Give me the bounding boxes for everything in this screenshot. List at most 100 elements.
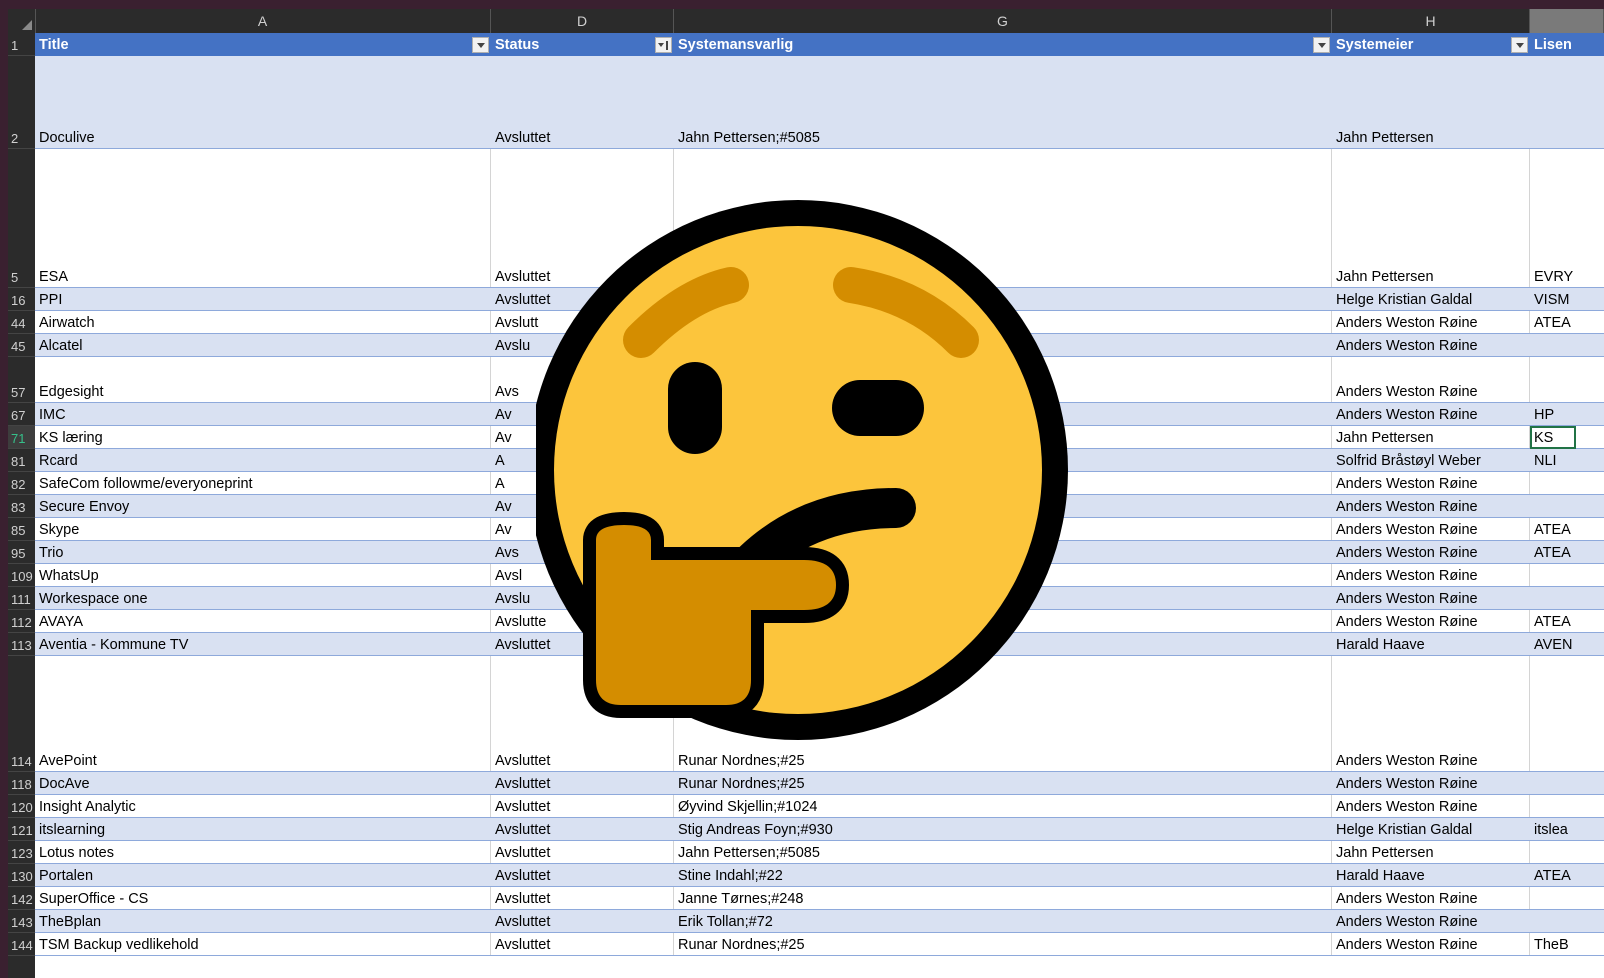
- cell-systemeier[interactable]: Jahn Pettersen: [1332, 426, 1530, 448]
- row-number[interactable]: 67: [8, 403, 35, 426]
- cell-systemeier[interactable]: Harald Haave: [1332, 633, 1530, 655]
- cell-systemeier[interactable]: Anders Weston Røine: [1332, 772, 1530, 794]
- cell-systemeier[interactable]: Anders Weston Røine: [1332, 357, 1530, 402]
- cell-lisens[interactable]: [1530, 472, 1604, 494]
- filter-dropdown-icon[interactable]: [1313, 37, 1330, 53]
- row-number[interactable]: 2: [8, 56, 35, 149]
- cell-systemansvarlig[interactable]: Erik Tollan;#72: [674, 910, 1332, 932]
- header-cell-title[interactable]: Title: [35, 33, 491, 56]
- cell-title[interactable]: KS læring: [35, 426, 491, 448]
- row-number[interactable]: 113: [8, 633, 35, 656]
- cell-status[interactable]: Avsluttet: [491, 56, 674, 148]
- filter-active-icon[interactable]: [655, 37, 672, 53]
- row-number[interactable]: 120: [8, 795, 35, 818]
- cell-status[interactable]: Avsluttet: [491, 887, 674, 909]
- row-number[interactable]: 71: [8, 426, 35, 449]
- row-number[interactable]: 130: [8, 864, 35, 887]
- cell-title[interactable]: WhatsUp: [35, 564, 491, 586]
- cell-title[interactable]: SafeCom followme/everyoneprint: [35, 472, 491, 494]
- cell-systemansvarlig[interactable]: Jahn Pettersen;#5085: [674, 841, 1332, 863]
- cell-lisens[interactable]: AVEN: [1530, 633, 1604, 655]
- cell-systemeier[interactable]: Anders Weston Røine: [1332, 610, 1530, 632]
- cell-title[interactable]: Rcard: [35, 449, 491, 471]
- cell-systemeier[interactable]: Anders Weston Røine: [1332, 564, 1530, 586]
- column-header-h[interactable]: H: [1332, 9, 1530, 33]
- cell-systemeier[interactable]: Anders Weston Røine: [1332, 518, 1530, 540]
- cell-systemeier[interactable]: Harald Haave: [1332, 864, 1530, 886]
- cell-lisens[interactable]: ATEA: [1530, 610, 1604, 632]
- cell-title[interactable]: Aventia - Kommune TV: [35, 633, 491, 655]
- cell-title[interactable]: SuperOffice - CS: [35, 887, 491, 909]
- cell-systemansvarlig[interactable]: Runar Nordnes;#25: [674, 772, 1332, 794]
- row-number[interactable]: 121: [8, 818, 35, 841]
- column-header-g[interactable]: G: [674, 9, 1332, 33]
- column-header-d[interactable]: D: [491, 9, 674, 33]
- cell-title[interactable]: Edgesight: [35, 357, 491, 402]
- cell-lisens[interactable]: [1530, 656, 1604, 771]
- cell-title[interactable]: Workespace one: [35, 587, 491, 609]
- cell-systemeier[interactable]: Anders Weston Røine: [1332, 587, 1530, 609]
- cell-status[interactable]: Avsluttet: [491, 795, 674, 817]
- cell-lisens[interactable]: [1530, 564, 1604, 586]
- row-number[interactable]: 118: [8, 772, 35, 795]
- filter-dropdown-icon[interactable]: [472, 37, 489, 53]
- cell-systemeier[interactable]: Solfrid Bråstøyl Weber: [1332, 449, 1530, 471]
- cell-systemeier[interactable]: Anders Weston Røine: [1332, 795, 1530, 817]
- cell-lisens[interactable]: [1530, 495, 1604, 517]
- cell-lisens[interactable]: KS: [1530, 426, 1604, 448]
- cell-title[interactable]: TSM Backup vedlikehold: [35, 933, 491, 955]
- row-number[interactable]: 144: [8, 933, 35, 956]
- cell-title[interactable]: ESA: [35, 149, 491, 287]
- row-number[interactable]: 143: [8, 910, 35, 933]
- cell-title[interactable]: AvePoint: [35, 656, 491, 771]
- header-cell-lisens[interactable]: Lisen: [1530, 33, 1604, 56]
- cell-title[interactable]: Airwatch: [35, 311, 491, 333]
- row-number[interactable]: 142: [8, 887, 35, 910]
- cell-title[interactable]: Lotus notes: [35, 841, 491, 863]
- cell-systemeier[interactable]: Anders Weston Røine: [1332, 334, 1530, 356]
- row-number[interactable]: 57: [8, 357, 35, 403]
- cell-systemansvarlig[interactable]: Jahn Pettersen;#5085: [674, 56, 1332, 148]
- cell-lisens[interactable]: itslea: [1530, 818, 1604, 840]
- select-all-corner[interactable]: [8, 9, 36, 33]
- cell-lisens[interactable]: [1530, 887, 1604, 909]
- cell-lisens[interactable]: HP: [1530, 403, 1604, 425]
- header-cell-status[interactable]: Status: [491, 33, 674, 56]
- cell-title[interactable]: Alcatel: [35, 334, 491, 356]
- row-number[interactable]: 44: [8, 311, 35, 334]
- cell-systemeier[interactable]: Anders Weston Røine: [1332, 541, 1530, 563]
- row-number[interactable]: 111: [8, 587, 35, 610]
- cell-title[interactable]: Skype: [35, 518, 491, 540]
- filter-dropdown-icon[interactable]: [1511, 37, 1528, 53]
- cell-systemeier[interactable]: Helge Kristian Galdal: [1332, 288, 1530, 310]
- row-number[interactable]: 81: [8, 449, 35, 472]
- row-number[interactable]: 112: [8, 610, 35, 633]
- cell-systemansvarlig[interactable]: Stig Andreas Foyn;#930: [674, 818, 1332, 840]
- cell-lisens[interactable]: [1530, 795, 1604, 817]
- cell-systemansvarlig[interactable]: Runar Nordnes;#25: [674, 933, 1332, 955]
- cell-status[interactable]: Avsluttet: [491, 772, 674, 794]
- row-number[interactable]: 95: [8, 541, 35, 564]
- cell-lisens[interactable]: [1530, 56, 1604, 148]
- cell-status[interactable]: Avsluttet: [491, 910, 674, 932]
- cell-systemansvarlig[interactable]: Stine Indahl;#22: [674, 864, 1332, 886]
- cell-status[interactable]: Avsluttet: [491, 864, 674, 886]
- cell-title[interactable]: Portalen: [35, 864, 491, 886]
- cell-lisens[interactable]: ATEA: [1530, 311, 1604, 333]
- cell-lisens[interactable]: [1530, 587, 1604, 609]
- row-number[interactable]: 83: [8, 495, 35, 518]
- cell-systemeier[interactable]: Jahn Pettersen: [1332, 56, 1530, 148]
- cell-title[interactable]: TheBplan: [35, 910, 491, 932]
- cell-status[interactable]: Avsluttet: [491, 933, 674, 955]
- row-number[interactable]: 109: [8, 564, 35, 587]
- row-number[interactable]: 85: [8, 518, 35, 541]
- cell-systemansvarlig[interactable]: Janne Tørnes;#248: [674, 887, 1332, 909]
- cell-lisens[interactable]: EVRY: [1530, 149, 1604, 287]
- cell-title[interactable]: Insight Analytic: [35, 795, 491, 817]
- row-number[interactable]: 82: [8, 472, 35, 495]
- cell-title[interactable]: Trio: [35, 541, 491, 563]
- cell-systemeier[interactable]: Helge Kristian Galdal: [1332, 818, 1530, 840]
- row-number[interactable]: 123: [8, 841, 35, 864]
- cell-systemeier[interactable]: Anders Weston Røine: [1332, 495, 1530, 517]
- header-cell-systemeier[interactable]: Systemeier: [1332, 33, 1530, 56]
